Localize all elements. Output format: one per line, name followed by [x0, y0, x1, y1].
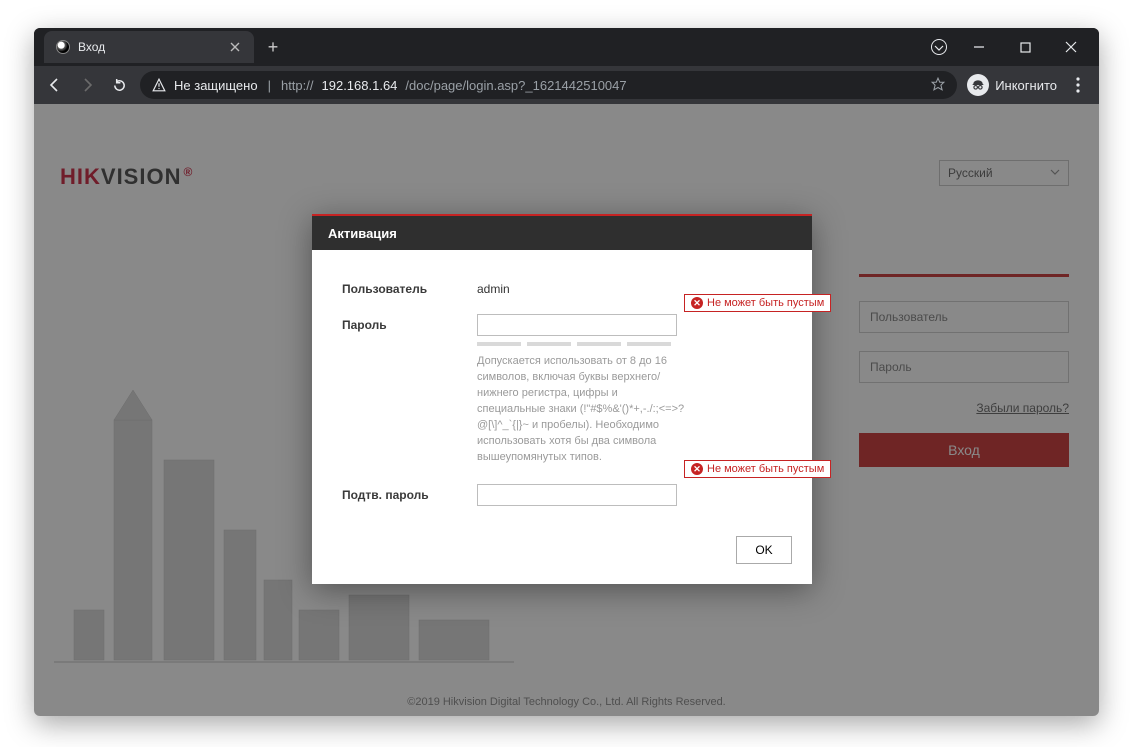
browser-tab[interactable]: Вход	[44, 31, 254, 63]
url-path: /doc/page/login.asp?_1621442510047	[405, 78, 626, 93]
security-label: Не защищено	[174, 78, 258, 93]
window-controls	[931, 32, 1099, 62]
password-hint: Допускается использовать от 8 до 16 симв…	[477, 354, 687, 466]
insecure-icon	[152, 78, 166, 92]
incognito-label: Инкогнито	[995, 78, 1057, 93]
browser-window: Вход + Не защищено | http://192.168.1.64…	[34, 28, 1099, 716]
omnibox[interactable]: Не защищено | http://192.168.1.64/doc/pa…	[140, 71, 957, 99]
new-tab-button[interactable]: +	[260, 34, 286, 60]
url-scheme: http://	[281, 78, 314, 93]
error-icon: ✕	[691, 297, 703, 309]
reload-button[interactable]	[108, 74, 130, 96]
confirm-error-bubble: ✕ Не может быть пустым	[684, 460, 831, 478]
kebab-menu-icon[interactable]	[1067, 77, 1089, 93]
tab-title: Вход	[78, 40, 105, 54]
password-error-text: Не может быть пустым	[707, 297, 824, 309]
forward-button[interactable]	[76, 74, 98, 96]
back-button[interactable]	[44, 74, 66, 96]
error-icon: ✕	[691, 463, 703, 475]
maximize-button[interactable]	[1003, 32, 1047, 62]
confirm-error-text: Не может быть пустым	[707, 463, 824, 475]
activation-password-input[interactable]	[477, 314, 677, 336]
close-tab-icon[interactable]	[228, 40, 242, 54]
bookmark-icon[interactable]	[931, 77, 945, 94]
password-strength-meter	[477, 342, 782, 346]
password-error-bubble: ✕ Не может быть пустым	[684, 294, 831, 312]
user-label: Пользователь	[342, 278, 477, 296]
activation-modal: Активация Пользователь admin Пароль Допу…	[312, 214, 812, 584]
favicon-icon	[56, 40, 70, 54]
confirm-password-label: Подтв. пароль	[342, 484, 477, 502]
ok-button[interactable]: OK	[736, 536, 792, 564]
account-icon[interactable]	[931, 39, 947, 55]
password-label: Пароль	[342, 314, 477, 332]
incognito-badge[interactable]: Инкогнито	[967, 74, 1057, 96]
url-host: 192.168.1.64	[322, 78, 398, 93]
incognito-icon	[967, 74, 989, 96]
minimize-button[interactable]	[957, 32, 1001, 62]
modal-title: Активация	[312, 214, 812, 250]
address-bar: Не защищено | http://192.168.1.64/doc/pa…	[34, 66, 1099, 104]
close-window-button[interactable]	[1049, 32, 1093, 62]
page-viewport: HIKVISION® Русский	[34, 104, 1099, 716]
activation-confirm-input[interactable]	[477, 484, 677, 506]
titlebar: Вход +	[34, 28, 1099, 66]
